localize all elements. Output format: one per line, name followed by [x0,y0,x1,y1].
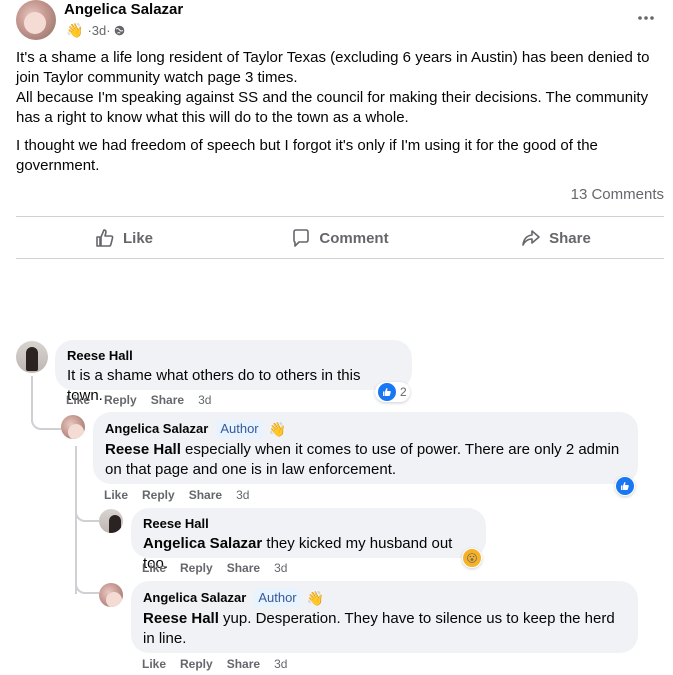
comment-reply-button[interactable]: Reply [180,657,213,671]
wave-hand-icon: 👋 [306,590,325,606]
comment-time[interactable]: 3d [274,657,287,671]
share-button[interactable]: Share [448,218,664,258]
comment-time[interactable]: 3d [236,488,249,502]
commenter-name[interactable]: Reese Hall [143,516,474,532]
comment-body: especially when it comes to use of power… [105,441,620,478]
comment-actions: Like Reply Share 3d [66,393,225,407]
commenter-avatar[interactable] [99,509,123,533]
thread-line [75,578,99,594]
share-label: Share [549,229,591,247]
reaction-count[interactable] [615,476,635,496]
mention-link[interactable]: Reese Hall [143,610,219,627]
comment-label: Comment [319,229,389,247]
comment-like-button[interactable]: Like [104,488,128,502]
mention-link[interactable]: Angelica Salazar [143,535,262,552]
commenter-avatar[interactable] [16,341,48,373]
comment-text: Reese Hall especially when it comes to u… [105,440,626,480]
author-badge: Author [216,420,263,438]
post-paragraph: All because I'm speaking against SS and … [16,89,649,126]
comment-text: Reese Hall yup. Desperation. They have t… [143,609,626,649]
comment-share-button[interactable]: Share [151,393,184,407]
comment-actions: Like Reply Share 3d [142,561,301,575]
like-reaction-icon [616,477,634,495]
comment-bubble: Reese Hall It is a shame what others do … [55,340,412,404]
divider [16,258,664,259]
comment-like-button[interactable]: Like [142,561,166,575]
commenter-name[interactable]: Reese Hall [67,348,400,364]
more-options-icon[interactable] [636,8,656,28]
post-meta: 👋 · 3d · [66,20,125,40]
author-badge: Author [254,589,301,607]
commenter-name[interactable]: Angelica Salazar [143,590,246,606]
commenter-name-row: Angelica Salazar Author 👋 [143,589,626,607]
wow-reaction-icon: 😮 [463,549,481,567]
commenter-avatar[interactable] [61,415,85,439]
comment-share-button[interactable]: Share [189,488,222,502]
post-time[interactable]: 3d [92,23,106,38]
commenter-name[interactable]: Angelica Salazar [105,421,208,437]
like-reaction-icon [378,383,396,401]
post-author-name[interactable]: Angelica Salazar [64,1,183,18]
comment-share-button[interactable]: Share [227,657,260,671]
author-avatar[interactable] [16,0,56,40]
reaction-count[interactable]: 2 [375,382,410,402]
comment-reply-button[interactable]: Reply [180,561,213,575]
post-paragraph: It's a shame a life long resident of Tay… [16,49,650,86]
post-action-bar: Like Comment Share [16,218,664,258]
comment-like-button[interactable]: Like [142,657,166,671]
comment-button[interactable]: Comment [232,218,448,258]
like-button[interactable]: Like [16,218,232,258]
comment-actions: Like Reply Share 3d [142,657,301,671]
comment-bubble: Angelica Salazar Author 👋 Reese Hall esp… [93,412,638,484]
globe-icon [114,25,124,35]
reaction-number: 2 [400,385,407,399]
comment-like-button[interactable]: Like [66,393,90,407]
comments-count[interactable]: 13 Comments [571,186,664,203]
comment-time[interactable]: 3d [274,561,287,575]
commenter-avatar[interactable] [99,583,123,607]
wave-hand-icon: 👋 [268,421,287,437]
like-label: Like [122,229,153,247]
thread-line [75,446,77,594]
reaction-count[interactable]: 😮 [462,548,482,568]
thread-line [75,506,99,522]
comment-reply-button[interactable]: Reply [104,393,137,407]
comment-time[interactable]: 3d [198,393,211,407]
thread-line [31,410,61,430]
comment-bubble: Angelica Salazar Author 👋 Reese Hall yup… [131,581,638,653]
share-icon [522,230,540,246]
divider [16,216,664,217]
comment-icon [293,229,310,247]
comment-bubble: Reese Hall Angelica Salazar they kicked … [131,508,486,572]
comment-share-button[interactable]: Share [227,561,260,575]
commenter-name-row: Angelica Salazar Author 👋 [105,420,626,438]
thumbs-up-icon [96,229,114,247]
post-paragraph: I thought we had freedom of speech but I… [16,137,598,174]
comment-reply-button[interactable]: Reply [142,488,175,502]
post-body: It's a shame a life long resident of Tay… [16,48,656,184]
mention-link[interactable]: Reese Hall [105,441,181,458]
comment-actions: Like Reply Share 3d [104,488,263,502]
post-meta-separator: · [106,22,111,38]
wave-hand-icon: 👋 [66,22,84,38]
post-header: Angelica Salazar 👋 · 3d · [16,0,666,44]
